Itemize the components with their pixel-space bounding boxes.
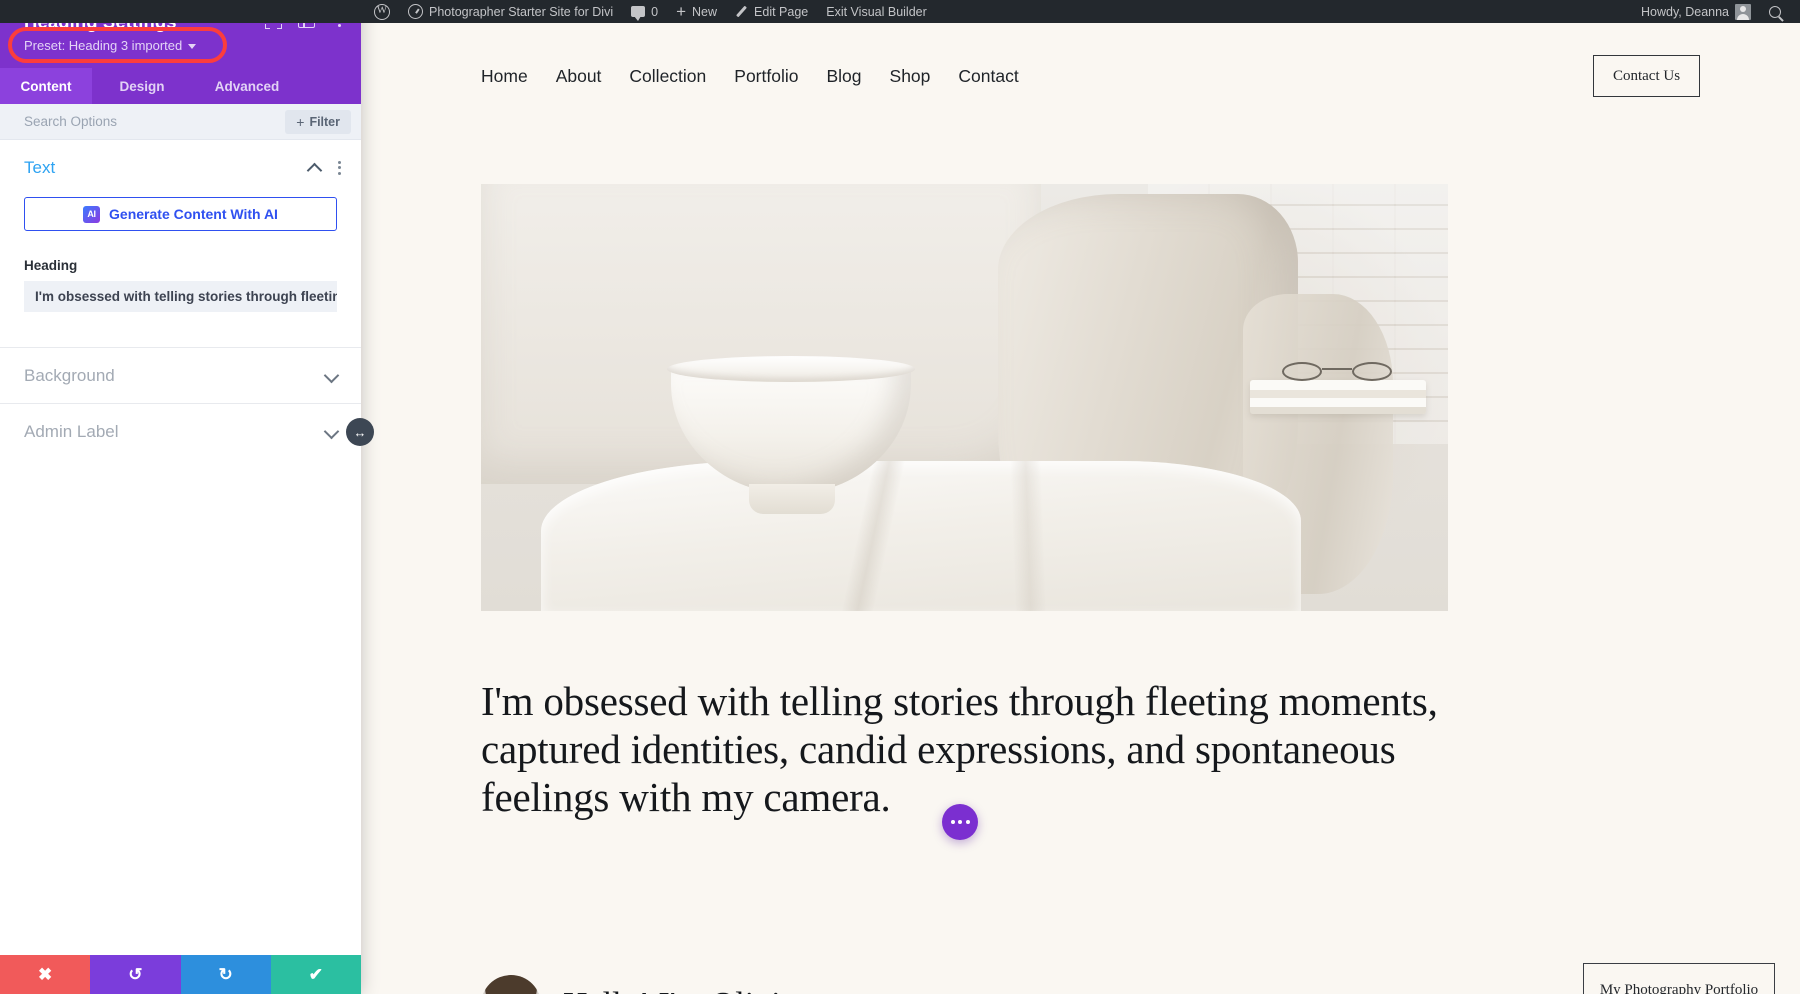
preset-label: Preset: Heading 3 imported [24,37,182,55]
close-icon: ✖ [38,966,52,983]
site-name-label: Photographer Starter Site for Divi [429,5,613,19]
new-content-menu[interactable]: + New [667,0,726,23]
checkmark-icon: ✔ [309,966,323,983]
horizontal-arrows-icon: ↔ [354,426,367,439]
heading-settings-panel: Heading Settings Preset: Heading 3 impor… [0,0,361,994]
redo-icon: ↻ [219,966,233,983]
bowl-rim-shape [667,356,915,382]
hello-heading[interactable]: Hello! I'm Olivia [563,986,796,994]
tab-content[interactable]: Content [0,68,92,104]
panel-resize-handle[interactable]: ↔ [346,418,374,446]
redo-button[interactable]: ↻ [181,955,271,994]
bowl-foot-shape [749,484,835,514]
preset-selector[interactable]: Preset: Heading 3 imported [24,37,196,55]
comment-count: 0 [651,5,658,19]
panel-action-bar: ✖ ↺ ↻ ✔ [0,955,361,994]
search-input[interactable]: Search Options [24,114,285,129]
admin-bar-right-group: Howdy, Deanna [1632,0,1790,23]
section-options-dots-icon[interactable] [338,161,341,175]
wordpress-logo-icon [374,4,390,20]
undo-icon: ↺ [128,966,142,983]
my-photography-portfolio-button[interactable]: My Photography Portfolio [1583,963,1775,994]
eyeglasses-icon [1282,362,1392,382]
nav-item-blog[interactable]: Blog [826,66,861,87]
pencil-icon [735,5,748,18]
hero-image [481,184,1448,611]
comment-bubble-icon [631,6,645,17]
section-text-header[interactable]: Text [0,140,361,195]
user-avatar-icon [1735,4,1751,20]
edit-page-link[interactable]: Edit Page [726,0,817,23]
visual-builder-canvas: Home About Collection Portfolio Blog Sho… [361,23,1800,994]
admin-bar-left-group: Photographer Starter Site for Divi 0 + N… [365,0,936,23]
section-text-title: Text [24,158,309,178]
nav-item-shop[interactable]: Shop [890,66,931,87]
contact-us-button[interactable]: Contact Us [1593,55,1700,97]
ai-badge-icon: AI [83,206,100,223]
filter-label: Filter [309,115,340,129]
edit-page-label: Edit Page [754,5,808,19]
site-name-menu[interactable]: Photographer Starter Site for Divi [399,0,622,23]
nav-item-portfolio[interactable]: Portfolio [734,66,798,87]
save-button[interactable]: ✔ [271,955,361,994]
plus-icon: + [676,3,686,20]
admin-bar-search-button[interactable] [1760,0,1790,23]
books-shape [1250,380,1426,414]
section-admin-label-title: Admin Label [24,422,326,442]
avatar [481,975,541,994]
undo-button[interactable]: ↺ [90,955,180,994]
heading-input[interactable]: I'm obsessed with telling stories throug… [24,281,337,312]
section-background-header[interactable]: Background [0,348,361,403]
heading-field-label: Heading [24,258,337,273]
howdy-label: Howdy, Deanna [1641,5,1729,19]
filter-button[interactable]: + Filter [285,110,351,134]
nav-item-contact[interactable]: Contact [958,66,1018,87]
new-label: New [692,5,717,19]
site-navigation: Home About Collection Portfolio Blog Sho… [361,23,1800,107]
dashboard-speedometer-icon [408,4,423,19]
nav-item-about[interactable]: About [556,66,602,87]
hero-heading[interactable]: I'm obsessed with telling stories throug… [481,678,1441,822]
search-options-bar: Search Options + Filter [0,104,361,140]
account-menu[interactable]: Howdy, Deanna [1632,0,1760,23]
chevron-down-icon[interactable] [324,368,340,384]
panel-body: Text AI Generate Content With AI Heading… [0,140,361,994]
ai-button-label: Generate Content With AI [109,206,278,222]
section-admin-label-header[interactable]: Admin Label [0,404,361,459]
nav-item-collection[interactable]: Collection [629,66,706,87]
marble-table-shape [541,461,1301,611]
tab-design[interactable]: Design [92,68,192,104]
search-icon [1769,6,1781,18]
exit-visual-builder-link[interactable]: Exit Visual Builder [817,0,936,23]
hello-row: Hello! I'm Olivia [481,975,796,994]
nav-links: Home About Collection Portfolio Blog Sho… [481,66,1019,87]
nav-item-home[interactable]: Home [481,66,528,87]
panel-tabs: Content Design Advanced [0,68,361,104]
wordpress-logo-menu[interactable] [365,0,399,23]
generate-content-with-ai-button[interactable]: AI Generate Content With AI [24,197,337,231]
exit-visual-builder-label: Exit Visual Builder [826,5,927,19]
more-options-icon[interactable] [942,804,978,840]
chevron-down-icon [188,44,196,49]
cancel-button[interactable]: ✖ [0,955,90,994]
tab-advanced[interactable]: Advanced [192,68,302,104]
chevron-down-icon[interactable] [324,424,340,440]
chevron-up-icon[interactable] [307,162,323,178]
section-background-title: Background [24,366,326,386]
plus-icon: + [296,115,304,129]
comments-menu[interactable]: 0 [622,0,667,23]
wp-admin-bar: Photographer Starter Site for Divi 0 + N… [0,0,1800,23]
